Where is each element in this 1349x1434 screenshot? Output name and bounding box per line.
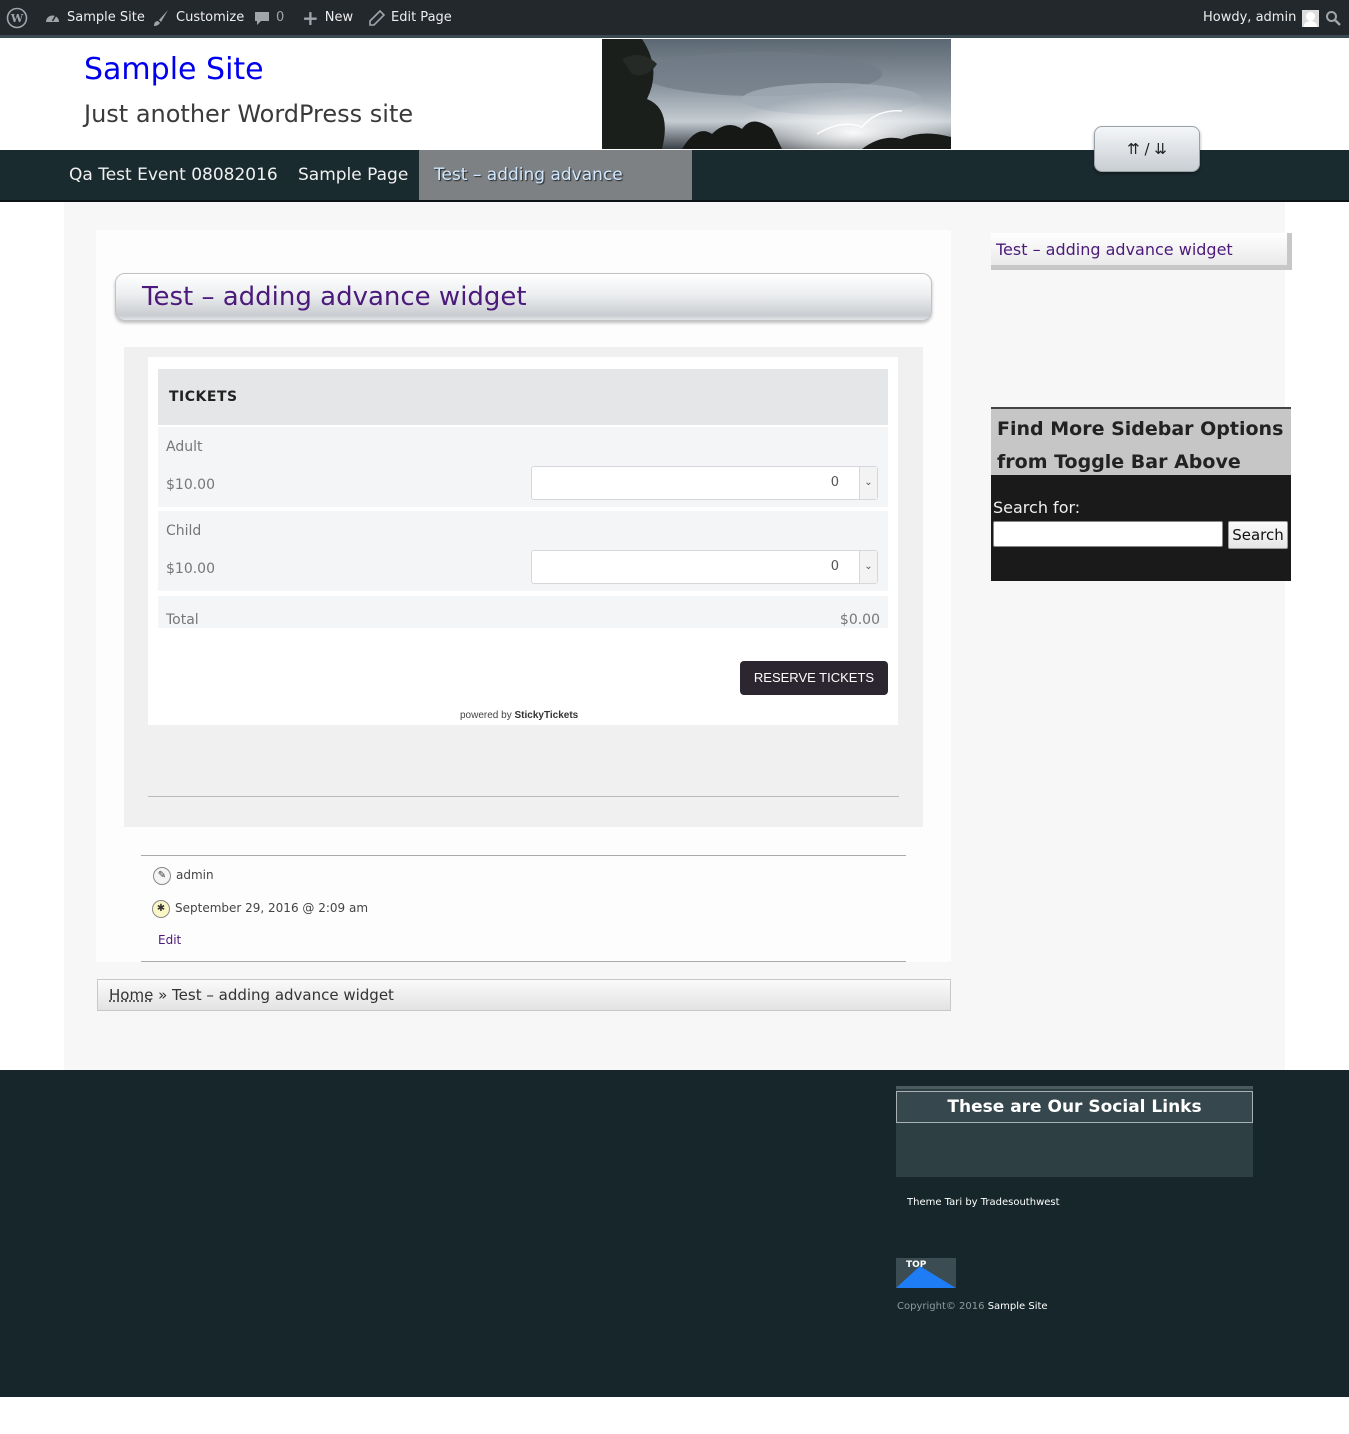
breadcrumb-home-link[interactable]: Home [109, 986, 153, 1004]
quantity-value: 0 [830, 475, 839, 490]
copyright-site-link[interactable]: Sample Site [988, 1301, 1048, 1312]
avatar [1302, 9, 1320, 27]
new-label: New [324, 10, 354, 25]
my-account-menu[interactable]: Howdy, admin [1203, 0, 1320, 36]
author-pen-icon: ✎ [153, 867, 171, 885]
top-label: TOP [906, 1260, 927, 1270]
breadcrumb-current: Test – adding advance widget [172, 986, 394, 1004]
total-value: $0.00 [839, 612, 880, 628]
customize-label: Customize [176, 10, 245, 25]
reserve-tickets-button[interactable]: RESERVE TICKETS [740, 661, 888, 695]
meta-divider-top [141, 855, 906, 856]
powered-by-prefix: powered by [460, 710, 512, 721]
back-to-top-button[interactable]: TOP [896, 1258, 956, 1288]
search-icon [1326, 11, 1341, 26]
wordpress-icon: W [6, 7, 28, 29]
powered-by-brand: StickyTickets [514, 710, 579, 721]
edit-page-label: Edit Page [391, 10, 452, 25]
chevron-down-icon: ⌄ [859, 467, 877, 499]
page-title: Test – adding advance widget [142, 282, 527, 312]
adult-quantity-select[interactable]: 0 ⌄ [531, 466, 878, 500]
comment-bubble-icon [255, 12, 269, 25]
toggle-bar-button[interactable]: ⇈ / ⇊ [1094, 126, 1200, 172]
ticket-name: Child [166, 523, 202, 539]
customize-button[interactable]: Customize [152, 0, 244, 36]
tickets-heading: TICKETS [158, 369, 888, 425]
ticket-row-child: Child $10.00 0 ⌄ [158, 509, 888, 591]
plus-icon: + [302, 6, 319, 30]
paintbrush-icon [154, 10, 168, 26]
search-input[interactable] [993, 521, 1223, 547]
site-name-menu[interactable]: Sample Site [44, 0, 145, 36]
quantity-value: 0 [830, 559, 839, 574]
sidebar-widget-title: Find More Sidebar Options from Toggle Ba… [991, 407, 1291, 475]
ticket-name: Adult [166, 439, 203, 455]
site-tagline: Just another WordPress site [84, 100, 414, 128]
wordpress-logo-button[interactable]: W [6, 0, 28, 36]
copyright-text: Copyright© 2016 Sample Site [897, 1301, 1048, 1312]
nav-item-sample-page[interactable]: Sample Page [283, 150, 423, 200]
admin-search-button[interactable] [1325, 0, 1341, 36]
edit-page-button[interactable]: Edit Page [369, 0, 452, 36]
new-content-button[interactable]: + New [302, 0, 353, 36]
ticket-row-adult: Adult $10.00 0 ⌄ [158, 425, 888, 507]
post-author: admin [176, 868, 214, 882]
avatar-silhouette-icon [1306, 11, 1316, 21]
chevron-down-icon: ⌄ [859, 551, 877, 583]
post-date: September 29, 2016 @ 2:09 am [175, 901, 369, 915]
svg-text:W: W [10, 12, 24, 25]
howdy-label: Howdy, admin [1203, 10, 1297, 25]
avatar-body-icon [1304, 20, 1318, 27]
nav-item-qa-test-event[interactable]: Qa Test Event 08082016 [54, 150, 293, 200]
ticket-price: $10.00 [166, 561, 215, 577]
search-label: Search for: [993, 498, 1081, 517]
pencil-icon [369, 10, 385, 26]
sidebar-page-link[interactable]: Test – adding advance widget [991, 233, 1292, 270]
meta-divider-bottom [141, 961, 906, 962]
copyright-prefix: Copyright© 2016 [897, 1301, 985, 1312]
breadcrumb: Home » Test – adding advance widget [97, 979, 951, 1011]
powered-by-credit[interactable]: powered by StickyTickets [460, 710, 578, 721]
date-sun-icon: ✱ [152, 900, 170, 918]
header-image [602, 39, 951, 149]
total-label: Total [166, 612, 199, 628]
search-button[interactable]: Search [1228, 521, 1288, 549]
admin-bar: W Sample Site Customize 0 + New Edit Pag… [0, 0, 1349, 36]
theme-credit[interactable]: Theme Tari by Tradesouthwest [907, 1197, 1060, 1208]
breadcrumb-separator: » [158, 986, 168, 1004]
edit-link[interactable]: Edit [158, 933, 181, 947]
site-name-label: Sample Site [67, 10, 145, 25]
child-quantity-select[interactable]: 0 ⌄ [531, 550, 878, 584]
sky-photo [602, 39, 951, 149]
ticket-price: $10.00 [166, 477, 215, 493]
social-links-title: These are Our Social Links [896, 1091, 1253, 1123]
social-widget-topline [896, 1086, 1253, 1089]
site-title-link[interactable]: Sample Site [84, 52, 264, 87]
comments-count: 0 [276, 10, 285, 25]
ticket-total-row: Total $0.00 [158, 594, 888, 628]
admin-bar-divider [0, 35, 1349, 38]
entry-divider [148, 796, 899, 797]
nav-item-test-advance-widget[interactable]: Test – adding advance widget [419, 150, 692, 235]
comments-button[interactable]: 0 [254, 0, 284, 36]
dashboard-icon [46, 15, 59, 22]
